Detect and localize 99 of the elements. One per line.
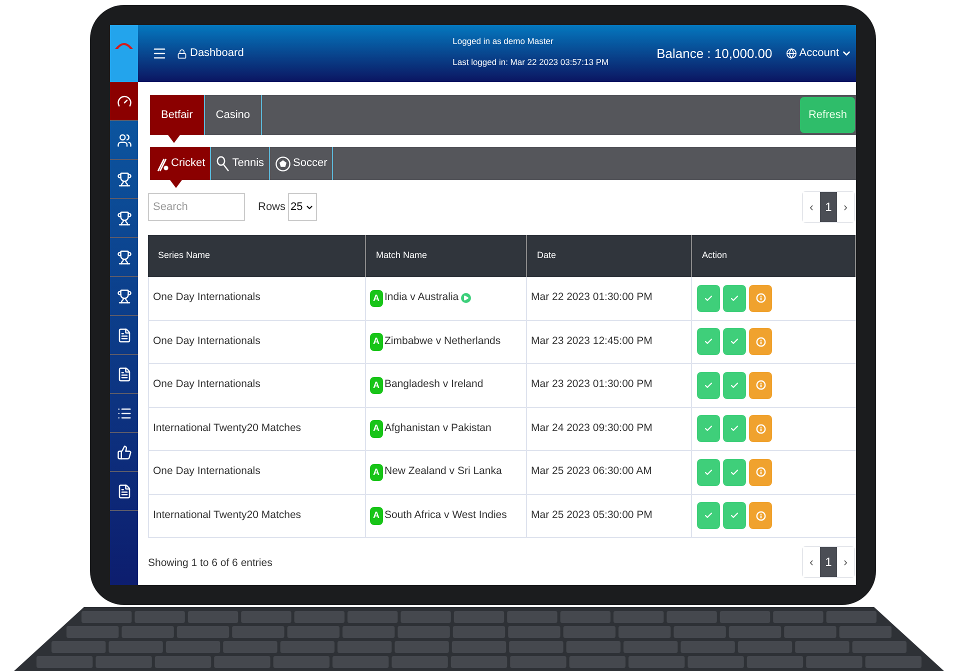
- trophy-icon: [116, 288, 132, 304]
- confirm-button[interactable]: [723, 502, 746, 530]
- sport-tab[interactable]: Tennis: [211, 147, 270, 180]
- table-cell: Mar 25 2023 05:30:00 PM: [527, 494, 692, 537]
- info-icon: [756, 510, 766, 521]
- check-icon: [730, 468, 739, 477]
- rows-label: Rows: [258, 200, 286, 215]
- trophy-icon: [116, 250, 132, 264]
- search-field[interactable]: Search: [148, 193, 245, 221]
- confirm-button[interactable]: [697, 502, 720, 530]
- table-cell: Mar 24 2023 09:30:00 PM: [527, 408, 692, 450]
- check-icon: [730, 511, 739, 520]
- account-menu[interactable]: Account: [786, 45, 852, 62]
- document-icon: [116, 366, 132, 382]
- column-header: Series Name: [148, 235, 366, 277]
- confirm-button[interactable]: [697, 415, 720, 442]
- match-badge: A: [370, 464, 382, 481]
- provider-tab[interactable]: Casino: [204, 95, 262, 135]
- table-cell: Mar 23 2023 12:45:00 PM: [527, 320, 692, 363]
- last-login-text: Last logged in: Mar 22 2023 03:57:13 PM: [452, 56, 609, 68]
- table-cell: One Day Internationals: [148, 277, 366, 320]
- table-cell: International Twenty20 Matches: [148, 408, 366, 450]
- menu-icon[interactable]: [152, 46, 167, 61]
- info-button[interactable]: [749, 328, 772, 356]
- users-icon: [116, 132, 132, 148]
- globe-icon: [786, 48, 798, 59]
- confirm-button[interactable]: [723, 458, 746, 486]
- provider-tab[interactable]: Betfair: [150, 95, 205, 135]
- rows-select[interactable]: 25: [288, 193, 317, 221]
- info-icon: [756, 380, 766, 390]
- dashboard-title: Dashboard: [190, 46, 244, 62]
- check-icon: [730, 424, 739, 434]
- confirm-button[interactable]: [723, 284, 746, 312]
- confirm-button[interactable]: [697, 458, 720, 486]
- info-button[interactable]: [749, 502, 772, 530]
- page-button[interactable]: 1: [820, 547, 837, 577]
- info-button[interactable]: [749, 415, 772, 442]
- match-name[interactable]: Bangladesh v Ireland: [384, 377, 484, 394]
- table-cell: One Day Internationals: [148, 364, 366, 406]
- sport-tab[interactable]: Cricket: [150, 147, 212, 180]
- match-name[interactable]: Zimbabwe v Netherlands: [384, 334, 501, 350]
- table-cell: International Twenty20 Matches: [148, 494, 366, 537]
- soccer-ball-icon: [275, 156, 292, 172]
- check-icon: [704, 468, 713, 477]
- trophy-icon: [116, 172, 132, 186]
- match-name[interactable]: New Zealand v Sri Lanka: [384, 464, 502, 480]
- check-icon: [730, 294, 739, 303]
- info-button[interactable]: [749, 458, 772, 486]
- sport-tab[interactable]: Soccer: [270, 147, 334, 180]
- match-name[interactable]: Afghanistan v Pakistan: [384, 420, 492, 437]
- check-icon: [704, 337, 713, 346]
- entries-info: Showing 1 to 6 of 6 entries: [148, 556, 272, 572]
- login-info: Logged in as demo Master: [452, 34, 554, 48]
- list-icon: [116, 406, 132, 420]
- confirm-button[interactable]: [697, 372, 720, 399]
- info-button[interactable]: [749, 284, 772, 312]
- page-button[interactable]: 1: [820, 192, 837, 222]
- match-name[interactable]: South Africa v West Indies: [384, 508, 507, 524]
- sidebar-item[interactable]: [110, 82, 138, 121]
- info-icon: [756, 293, 766, 304]
- table-cell: Mar 22 2023 01:30:00 PM: [527, 277, 692, 320]
- play-icon[interactable]: [460, 293, 471, 304]
- info-button[interactable]: [749, 372, 772, 399]
- match-badge: A: [370, 290, 382, 307]
- table-cell: One Day Internationals: [148, 451, 366, 494]
- trophy-icon: [116, 210, 132, 226]
- match-badge: A: [370, 420, 382, 438]
- table-cell: Mar 23 2023 01:30:00 PM: [527, 364, 692, 406]
- check-icon: [730, 380, 739, 390]
- match-badge: A: [370, 333, 382, 350]
- confirm-button[interactable]: [723, 415, 746, 442]
- balance-text: Balance : 10,000.00: [656, 44, 772, 63]
- match-badge: A: [370, 507, 382, 524]
- thumbs-up-icon: [116, 444, 132, 460]
- column-header: Action: [692, 235, 856, 277]
- check-icon: [704, 424, 713, 434]
- check-icon: [704, 380, 713, 390]
- document-icon: [116, 484, 132, 498]
- logo-icon: [110, 25, 138, 82]
- check-icon: [704, 511, 713, 520]
- match-name[interactable]: India v Australia: [384, 290, 459, 306]
- column-header: Date: [527, 235, 692, 277]
- info-icon: [756, 424, 766, 434]
- document-icon: [116, 328, 132, 342]
- check-icon: [730, 337, 739, 346]
- table-cell: One Day Internationals: [148, 320, 366, 363]
- confirm-button[interactable]: [697, 328, 720, 356]
- info-icon: [756, 467, 766, 478]
- table-cell: Mar 25 2023 06:30:00 AM: [527, 451, 692, 494]
- confirm-button[interactable]: [723, 372, 746, 399]
- confirm-button[interactable]: [723, 328, 746, 356]
- confirm-button[interactable]: [697, 284, 720, 312]
- check-icon: [704, 294, 713, 303]
- gauge-icon: [116, 94, 132, 108]
- match-badge: A: [370, 376, 382, 394]
- tab-pointer: [170, 180, 182, 188]
- column-header: Match Name: [366, 235, 527, 277]
- info-icon: [756, 336, 766, 347]
- lock-icon: [177, 48, 187, 58]
